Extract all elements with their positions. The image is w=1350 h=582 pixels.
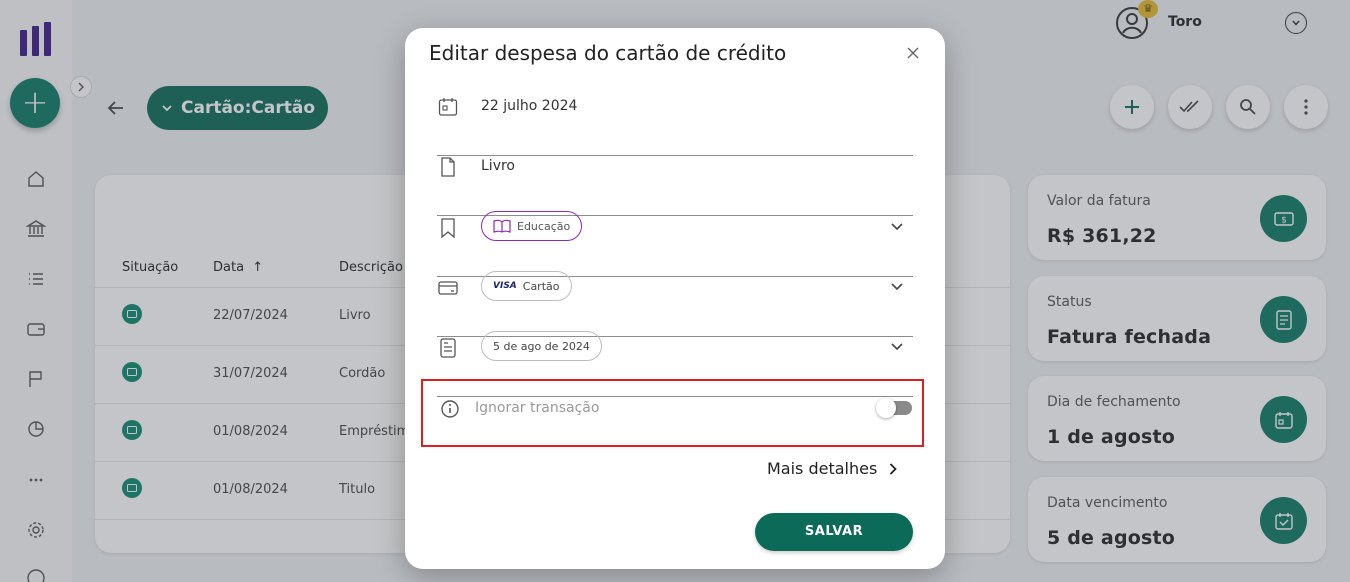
category-label: Educação <box>517 219 571 233</box>
chevron-down-icon[interactable] <box>889 279 905 295</box>
category-chip[interactable]: Educação <box>481 211 583 241</box>
description-field[interactable]: Livro <box>437 156 913 216</box>
more-details-link[interactable]: Mais detalhes <box>767 459 898 478</box>
info-icon <box>440 399 460 419</box>
chevron-down-icon[interactable] <box>889 219 905 235</box>
chevron-right-icon <box>890 462 898 475</box>
bookmark-icon <box>437 217 459 239</box>
save-button[interactable]: SALVAR <box>755 513 913 551</box>
credit-card-icon <box>437 277 459 299</box>
date-field[interactable]: 22 julho 2024 <box>437 96 913 156</box>
edit-expense-dialog: Editar despesa do cartão de crédito 22 j… <box>405 28 945 569</box>
invoice-label: 5 de ago de 2024 <box>493 339 590 353</box>
toggle-knob <box>876 398 896 418</box>
ignore-transaction-toggle[interactable] <box>876 398 912 418</box>
category-field[interactable]: Educação <box>437 211 913 277</box>
ignore-transaction-label: Ignorar transação <box>475 400 600 416</box>
date-value: 22 julho 2024 <box>481 98 578 114</box>
document-icon <box>437 156 459 178</box>
more-details-label: Mais detalhes <box>767 459 878 478</box>
close-icon[interactable] <box>904 44 922 62</box>
chevron-down-icon[interactable] <box>889 339 905 355</box>
open-book-icon <box>493 219 511 233</box>
card-chip[interactable]: VISA Cartão <box>481 271 572 301</box>
invoice-icon <box>437 337 459 359</box>
ignore-transaction-row: Ignorar transação <box>421 379 924 447</box>
description-value: Livro <box>481 158 515 174</box>
visa-logo-icon: VISA <box>493 281 517 291</box>
invoice-chip[interactable]: 5 de ago de 2024 <box>481 331 602 361</box>
card-field[interactable]: VISA Cartão <box>437 271 913 337</box>
dialog-title: Editar despesa do cartão de crédito <box>429 41 787 65</box>
card-name: Cartão <box>522 279 560 293</box>
calendar-icon <box>437 96 459 118</box>
